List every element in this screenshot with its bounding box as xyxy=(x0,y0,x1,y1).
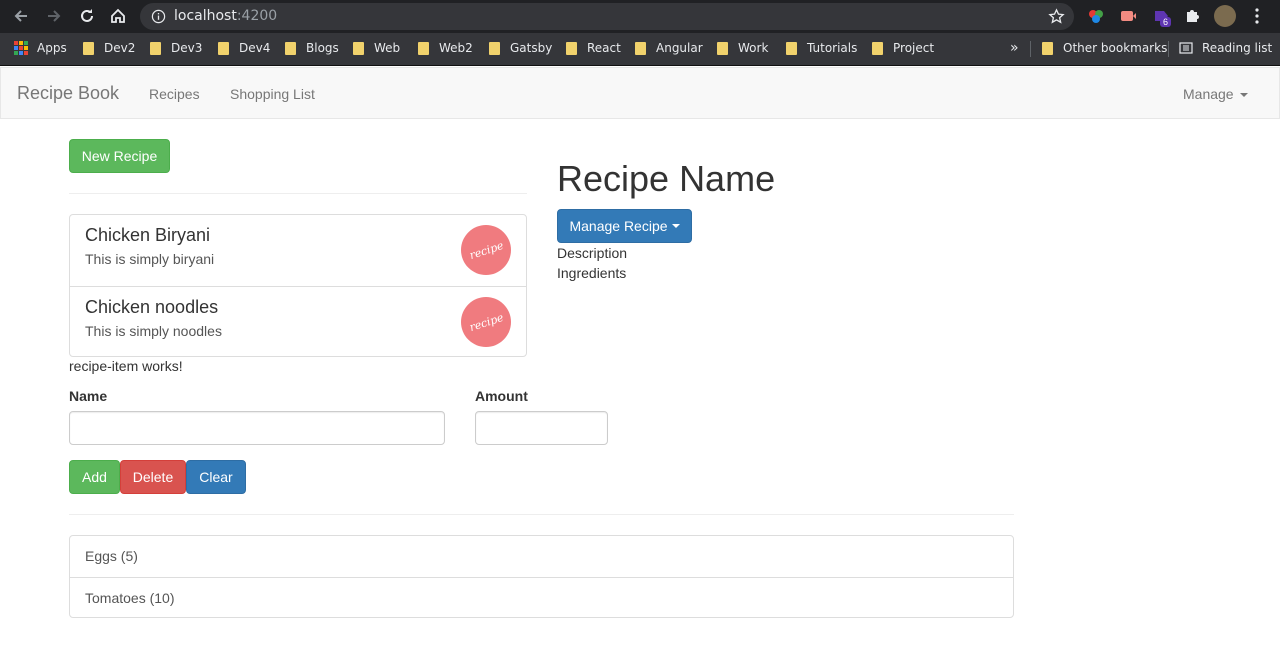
bookmark-star-icon[interactable] xyxy=(1048,8,1065,25)
color-picker-extension-icon[interactable] xyxy=(1087,7,1105,25)
browser-toolbar: localhost:4200 6 xyxy=(0,0,1280,33)
recipe-description: This is simply noodles xyxy=(85,323,222,339)
manage-recipe-button[interactable]: Manage Recipe xyxy=(557,209,692,243)
recipe-detail-description: Description xyxy=(557,245,628,261)
ingredient-text: Tomatoes (10) xyxy=(85,590,175,606)
folder-icon xyxy=(635,41,646,55)
url-text: localhost:4200 xyxy=(174,8,278,24)
bookmarks-bar: Apps Dev2 Dev3 Dev4 Blogs Web Web2 Gatsb… xyxy=(0,33,1280,66)
bookmark-folder[interactable]: Web2 xyxy=(418,33,473,63)
badge-extension[interactable]: 6 xyxy=(1152,7,1172,27)
reload-icon xyxy=(81,9,93,22)
bookmark-folder[interactable]: Tutorials xyxy=(786,33,857,63)
bookmark-folder[interactable]: Blogs xyxy=(285,33,339,63)
name-label: Name xyxy=(69,388,108,404)
folder-icon xyxy=(1042,41,1053,55)
recipe-list-item[interactable]: Chicken noodles This is simply noodles r… xyxy=(70,286,526,357)
divider xyxy=(69,514,1014,515)
kebab-menu-icon[interactable] xyxy=(1248,7,1266,25)
folder-icon xyxy=(218,41,229,55)
folder-icon xyxy=(418,41,429,55)
home-button[interactable] xyxy=(108,6,128,26)
bookmark-folder[interactable]: Dev2 xyxy=(83,33,135,63)
recipe-image: recipe xyxy=(461,297,511,347)
back-arrow-icon xyxy=(14,10,27,22)
folder-icon xyxy=(786,41,797,55)
bookmark-folder[interactable]: React xyxy=(566,33,621,63)
extension-badge: 6 xyxy=(1160,17,1172,27)
manage-dropdown[interactable]: Manage xyxy=(1183,86,1248,102)
reading-list-icon xyxy=(1179,42,1193,54)
navbar-brand[interactable]: Recipe Book xyxy=(17,83,119,104)
clear-button[interactable]: Clear xyxy=(186,460,246,494)
amount-label: Amount xyxy=(475,388,528,404)
folder-icon xyxy=(353,41,364,55)
folder-icon xyxy=(717,41,728,55)
home-icon xyxy=(111,8,125,23)
bookmark-apps[interactable]: Apps xyxy=(14,33,67,63)
new-recipe-button[interactable]: New Recipe xyxy=(69,139,170,173)
info-icon[interactable] xyxy=(151,9,166,24)
shopping-list: Eggs (5) Tomatoes (10) xyxy=(69,535,1014,618)
caret-down-icon xyxy=(1239,93,1248,98)
recipe-item-placeholder-text: recipe-item works! xyxy=(69,358,183,374)
ingredient-amount-input[interactable] xyxy=(475,411,608,445)
folder-icon xyxy=(83,41,94,55)
bookmark-separator xyxy=(1168,41,1169,57)
bookmark-folder[interactable]: Angular xyxy=(635,33,703,63)
recipe-name: Chicken noodles xyxy=(85,297,219,317)
nav-link-recipes[interactable]: Recipes xyxy=(149,86,200,102)
ingredient-name-input[interactable] xyxy=(69,411,445,445)
folder-icon xyxy=(489,41,500,55)
bookmark-folder[interactable]: Gatsby xyxy=(489,33,552,63)
reload-button[interactable] xyxy=(77,6,97,26)
extensions-puzzle-icon[interactable] xyxy=(1183,7,1201,25)
nav-link-shopping-list[interactable]: Shopping List xyxy=(230,86,315,102)
recipe-detail-ingredients: Ingredients xyxy=(557,265,627,281)
apps-grid-icon xyxy=(14,41,28,55)
profile-avatar[interactable] xyxy=(1214,5,1236,27)
reading-list[interactable]: Reading list xyxy=(1179,33,1272,63)
delete-button[interactable]: Delete xyxy=(120,460,186,494)
address-bar[interactable]: localhost:4200 xyxy=(140,3,1074,30)
bookmarks-overflow-button[interactable]: » xyxy=(1010,33,1019,63)
video-extension-icon[interactable] xyxy=(1119,7,1137,25)
shopping-list-item[interactable]: Eggs (5) xyxy=(70,536,1013,577)
bookmark-folder[interactable]: Dev4 xyxy=(218,33,270,63)
back-button[interactable] xyxy=(11,6,31,26)
recipe-list: Chicken Biryani This is simply biryani r… xyxy=(69,214,527,357)
caret-down-icon xyxy=(671,224,680,228)
bookmark-folder[interactable]: Web xyxy=(353,33,400,63)
folder-icon xyxy=(872,41,883,55)
bookmark-folder[interactable]: Dev3 xyxy=(150,33,202,63)
shopping-list-item[interactable]: Tomatoes (10) xyxy=(70,577,1013,618)
forward-arrow-icon xyxy=(48,10,61,22)
forward-button[interactable] xyxy=(44,6,64,26)
recipe-name: Chicken Biryani xyxy=(85,225,211,245)
folder-icon xyxy=(566,41,577,55)
recipe-list-item[interactable]: Chicken Biryani This is simply biryani r… xyxy=(70,215,526,286)
app-navbar: Recipe Book Recipes Shopping List Manage xyxy=(0,67,1280,119)
bookmark-separator xyxy=(1030,41,1031,57)
ingredient-text: Eggs (5) xyxy=(85,548,138,564)
add-button[interactable]: Add xyxy=(69,460,120,494)
folder-icon xyxy=(285,41,296,55)
bookmark-folder[interactable]: Work xyxy=(717,33,768,63)
other-bookmarks[interactable]: Other bookmarks xyxy=(1042,33,1167,63)
recipe-image: recipe xyxy=(461,225,511,275)
bookmark-folder[interactable]: Project xyxy=(872,33,934,63)
recipe-description: This is simply biryani xyxy=(85,251,215,267)
folder-icon xyxy=(150,41,161,55)
recipe-detail-title: Recipe Name xyxy=(557,158,776,199)
divider xyxy=(69,193,527,194)
